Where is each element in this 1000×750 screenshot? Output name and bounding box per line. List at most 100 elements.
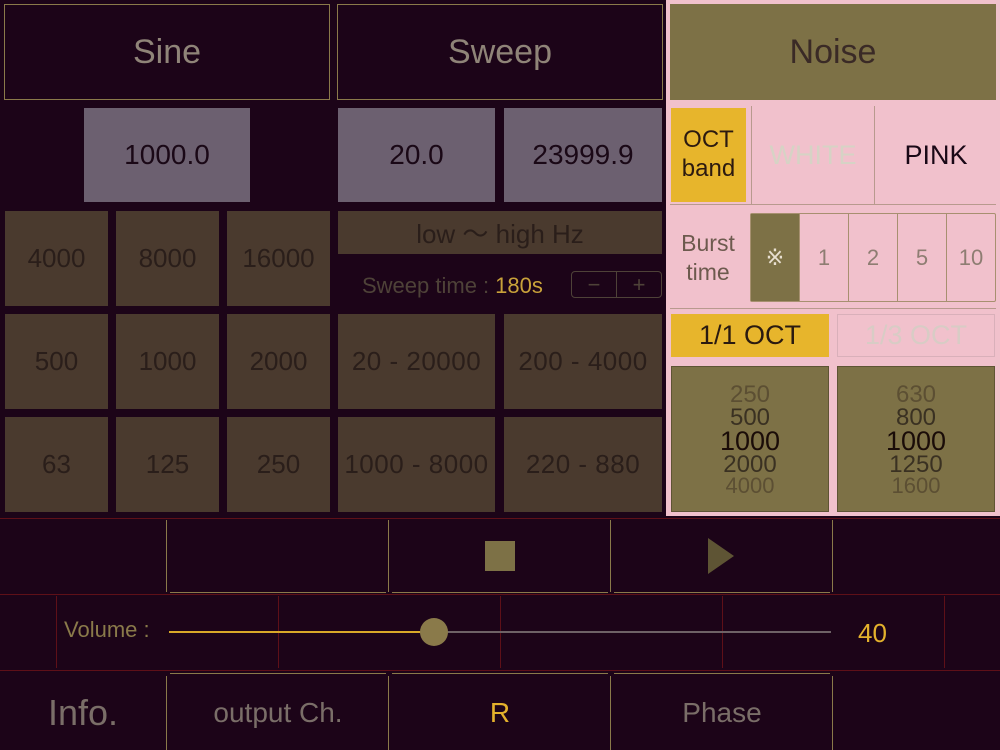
volume-slider-thumb[interactable] <box>420 618 448 646</box>
burst-option[interactable]: 1 <box>799 214 848 301</box>
burst-option[interactable]: 10 <box>946 214 995 301</box>
divider <box>670 308 996 309</box>
oct-1-1-button[interactable]: 1/1 OCT <box>671 314 829 357</box>
divider <box>0 670 1000 671</box>
sine-preset-button[interactable]: 63 <box>5 417 108 512</box>
phase-label: Phase <box>682 697 762 728</box>
white-noise-label: WHITE <box>769 139 857 170</box>
divider <box>670 204 996 205</box>
sweep-preset-button[interactable]: 200 - 4000 <box>504 314 662 409</box>
sine-frequency-value: 1000.0 <box>124 139 210 170</box>
sweep-end-frequency-value: 23999.9 <box>532 139 634 170</box>
output-channel-button[interactable]: output Ch. <box>168 676 388 750</box>
sweep-preset-button[interactable]: 20 - 20000 <box>338 314 495 409</box>
picker-value: 1600 <box>891 473 941 498</box>
burst-option[interactable]: 2 <box>848 214 897 301</box>
tab-sweep[interactable]: Sweep <box>337 4 663 100</box>
channel-button[interactable]: R <box>390 676 610 750</box>
sweep-preset-label: 1000 - 8000 <box>344 449 489 479</box>
sine-preset-label: 125 <box>145 449 190 479</box>
sine-preset-button[interactable]: 125 <box>116 417 219 512</box>
sine-preset-label: 4000 <box>27 243 86 273</box>
channel-label: R <box>489 697 511 728</box>
sweep-preset-label: 200 - 4000 <box>518 346 648 376</box>
picker-value: 4000 <box>725 473 775 498</box>
oct-band-button[interactable]: OCT band <box>671 108 746 202</box>
sine-preset-button[interactable]: 500 <box>5 314 108 409</box>
play-icon <box>708 538 734 574</box>
burst-option-continuous[interactable]: ※ <box>751 214 799 301</box>
sine-preset-label: 250 <box>256 449 301 479</box>
divider <box>56 596 57 668</box>
tab-noise[interactable]: Noise <box>670 4 996 100</box>
tab-sine[interactable]: Sine <box>4 4 330 100</box>
burst-time-label: Burst time <box>681 230 735 285</box>
divider <box>832 676 833 750</box>
sweep-start-frequency-value: 20.0 <box>389 139 444 170</box>
pink-noise-label: PINK <box>904 139 968 170</box>
volume-slider[interactable] <box>169 618 831 646</box>
volume-label: Volume : <box>64 617 150 642</box>
divider <box>832 520 833 592</box>
sweep-preset-label: 20 - 20000 <box>351 346 482 376</box>
oct-1-3-button[interactable]: 1/3 OCT <box>837 314 995 357</box>
divider <box>614 673 830 674</box>
divider <box>610 520 611 592</box>
info-label: Info. <box>47 692 119 733</box>
volume-slider-fill <box>169 631 434 633</box>
tab-noise-label: Noise <box>789 32 877 71</box>
sine-preset-button[interactable]: 250 <box>227 417 330 512</box>
divider <box>614 592 830 593</box>
oct-band-label: OCT band <box>681 126 736 182</box>
oct-1-1-frequency-picker[interactable]: 250 500 1000 2000 4000 <box>671 366 829 512</box>
sine-frequency-field[interactable]: 1000.0 <box>84 108 250 202</box>
divider <box>170 592 386 593</box>
pink-noise-button[interactable]: PINK <box>876 106 996 204</box>
divider <box>170 673 386 674</box>
sine-preset-label: 16000 <box>242 243 315 273</box>
sine-preset-button[interactable]: 1000 <box>116 314 219 409</box>
sweep-end-frequency-field[interactable]: 23999.9 <box>504 108 662 202</box>
tab-sweep-label: Sweep <box>448 32 552 71</box>
sweep-time-stepper[interactable]: − + <box>571 271 662 298</box>
oct-1-3-frequency-picker[interactable]: 630 800 1000 1250 1600 <box>837 366 995 512</box>
sweep-time-increment-button[interactable]: + <box>616 272 661 297</box>
burst-option[interactable]: 5 <box>897 214 946 301</box>
sine-preset-button[interactable]: 8000 <box>116 211 219 306</box>
sweep-preset-button[interactable]: 220 - 880 <box>504 417 662 512</box>
sine-preset-label: 2000 <box>249 346 308 376</box>
divider <box>392 673 608 674</box>
divider <box>166 520 167 592</box>
sweep-preset-label: 220 - 880 <box>525 449 641 479</box>
sine-preset-button[interactable]: 2000 <box>227 314 330 409</box>
sine-preset-button[interactable]: 4000 <box>5 211 108 306</box>
sweep-direction-button[interactable]: low 〜 high Hz <box>338 211 662 254</box>
info-button[interactable]: Info. <box>0 676 166 750</box>
sweep-preset-button[interactable]: 1000 - 8000 <box>338 417 495 512</box>
sine-preset-label: 63 <box>42 449 71 479</box>
sweep-time-label: Sweep time : <box>362 273 490 298</box>
play-button[interactable] <box>612 520 832 592</box>
divider <box>944 596 945 668</box>
oct-1-3-label: 1/3 OCT <box>864 320 968 350</box>
sweep-time-decrement-button[interactable]: − <box>572 272 616 297</box>
divider <box>166 676 167 750</box>
phase-button[interactable]: Phase <box>612 676 832 750</box>
sweep-time-value: 180s <box>495 273 543 298</box>
sweep-direction-label: low 〜 high Hz <box>416 219 584 249</box>
volume-slider-track <box>434 631 831 633</box>
stop-icon <box>485 541 515 571</box>
sine-preset-label: 8000 <box>138 243 197 273</box>
divider <box>392 592 608 593</box>
sweep-time-row: Sweep time : 180s <box>362 272 543 300</box>
sweep-start-frequency-field[interactable]: 20.0 <box>338 108 495 202</box>
divider <box>0 518 1000 519</box>
sine-preset-button[interactable]: 16000 <box>227 211 330 306</box>
stop-button[interactable] <box>390 520 610 592</box>
white-noise-button[interactable]: WHITE <box>751 106 875 204</box>
divider <box>388 520 389 592</box>
tab-sine-label: Sine <box>132 32 202 71</box>
volume-value: 40 <box>858 618 887 648</box>
burst-time-selector: ※ 1 2 5 10 <box>750 213 996 302</box>
divider <box>610 676 611 750</box>
